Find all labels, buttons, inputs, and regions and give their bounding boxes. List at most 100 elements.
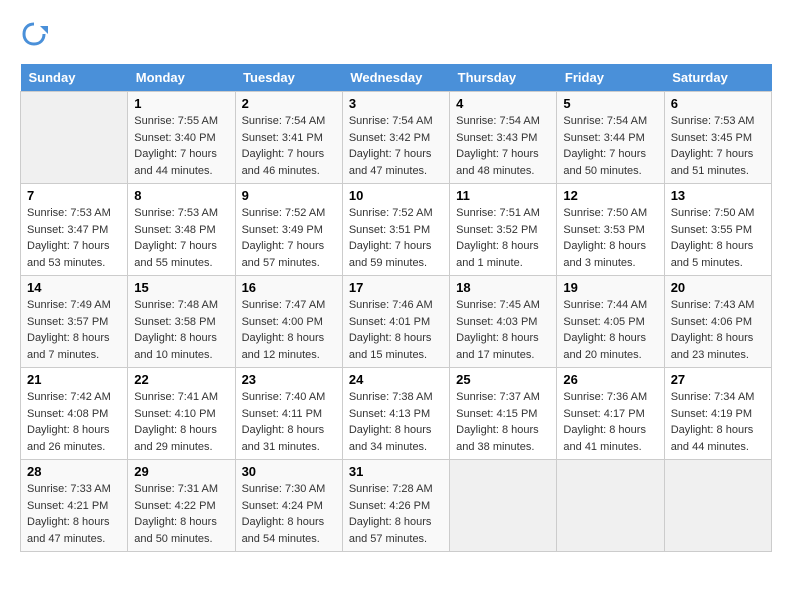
day-info: Sunrise: 7:54 AMSunset: 3:42 PMDaylight:… [349, 113, 443, 179]
day-cell [664, 460, 771, 552]
day-cell: 8 Sunrise: 7:53 AMSunset: 3:48 PMDayligh… [128, 184, 235, 276]
day-number: 28 [27, 464, 121, 479]
week-row-4: 21 Sunrise: 7:42 AMSunset: 4:08 PMDaylig… [21, 368, 772, 460]
day-number: 22 [134, 372, 228, 387]
logo-icon [20, 20, 48, 48]
week-row-1: 1 Sunrise: 7:55 AMSunset: 3:40 PMDayligh… [21, 92, 772, 184]
day-cell [21, 92, 128, 184]
day-info: Sunrise: 7:47 AMSunset: 4:00 PMDaylight:… [242, 297, 336, 363]
day-cell: 13 Sunrise: 7:50 AMSunset: 3:55 PMDaylig… [664, 184, 771, 276]
day-number: 24 [349, 372, 443, 387]
day-number: 30 [242, 464, 336, 479]
week-row-5: 28 Sunrise: 7:33 AMSunset: 4:21 PMDaylig… [21, 460, 772, 552]
day-cell [557, 460, 664, 552]
day-number: 9 [242, 188, 336, 203]
day-info: Sunrise: 7:43 AMSunset: 4:06 PMDaylight:… [671, 297, 765, 363]
header-row: SundayMondayTuesdayWednesdayThursdayFrid… [21, 64, 772, 92]
day-number: 11 [456, 188, 550, 203]
day-info: Sunrise: 7:46 AMSunset: 4:01 PMDaylight:… [349, 297, 443, 363]
weekday-header-monday: Monday [128, 64, 235, 92]
day-cell: 17 Sunrise: 7:46 AMSunset: 4:01 PMDaylig… [342, 276, 449, 368]
page-header [20, 20, 772, 48]
day-cell: 29 Sunrise: 7:31 AMSunset: 4:22 PMDaylig… [128, 460, 235, 552]
day-cell: 22 Sunrise: 7:41 AMSunset: 4:10 PMDaylig… [128, 368, 235, 460]
day-number: 18 [456, 280, 550, 295]
day-info: Sunrise: 7:53 AMSunset: 3:48 PMDaylight:… [134, 205, 228, 271]
day-cell: 25 Sunrise: 7:37 AMSunset: 4:15 PMDaylig… [450, 368, 557, 460]
day-cell: 1 Sunrise: 7:55 AMSunset: 3:40 PMDayligh… [128, 92, 235, 184]
day-cell: 5 Sunrise: 7:54 AMSunset: 3:44 PMDayligh… [557, 92, 664, 184]
day-cell: 15 Sunrise: 7:48 AMSunset: 3:58 PMDaylig… [128, 276, 235, 368]
day-info: Sunrise: 7:54 AMSunset: 3:41 PMDaylight:… [242, 113, 336, 179]
day-info: Sunrise: 7:52 AMSunset: 3:51 PMDaylight:… [349, 205, 443, 271]
day-info: Sunrise: 7:42 AMSunset: 4:08 PMDaylight:… [27, 389, 121, 455]
day-number: 31 [349, 464, 443, 479]
weekday-header-friday: Friday [557, 64, 664, 92]
day-cell: 27 Sunrise: 7:34 AMSunset: 4:19 PMDaylig… [664, 368, 771, 460]
week-row-3: 14 Sunrise: 7:49 AMSunset: 3:57 PMDaylig… [21, 276, 772, 368]
day-info: Sunrise: 7:50 AMSunset: 3:55 PMDaylight:… [671, 205, 765, 271]
day-number: 17 [349, 280, 443, 295]
day-number: 6 [671, 96, 765, 111]
weekday-header-wednesday: Wednesday [342, 64, 449, 92]
day-number: 23 [242, 372, 336, 387]
day-number: 20 [671, 280, 765, 295]
day-number: 5 [563, 96, 657, 111]
day-info: Sunrise: 7:49 AMSunset: 3:57 PMDaylight:… [27, 297, 121, 363]
calendar-table: SundayMondayTuesdayWednesdayThursdayFrid… [20, 64, 772, 552]
weekday-header-sunday: Sunday [21, 64, 128, 92]
day-cell: 21 Sunrise: 7:42 AMSunset: 4:08 PMDaylig… [21, 368, 128, 460]
day-info: Sunrise: 7:55 AMSunset: 3:40 PMDaylight:… [134, 113, 228, 179]
day-number: 29 [134, 464, 228, 479]
day-number: 27 [671, 372, 765, 387]
day-cell: 20 Sunrise: 7:43 AMSunset: 4:06 PMDaylig… [664, 276, 771, 368]
day-cell: 6 Sunrise: 7:53 AMSunset: 3:45 PMDayligh… [664, 92, 771, 184]
day-info: Sunrise: 7:54 AMSunset: 3:43 PMDaylight:… [456, 113, 550, 179]
day-info: Sunrise: 7:31 AMSunset: 4:22 PMDaylight:… [134, 481, 228, 547]
day-number: 12 [563, 188, 657, 203]
day-cell: 23 Sunrise: 7:40 AMSunset: 4:11 PMDaylig… [235, 368, 342, 460]
day-cell: 3 Sunrise: 7:54 AMSunset: 3:42 PMDayligh… [342, 92, 449, 184]
day-info: Sunrise: 7:52 AMSunset: 3:49 PMDaylight:… [242, 205, 336, 271]
day-cell: 26 Sunrise: 7:36 AMSunset: 4:17 PMDaylig… [557, 368, 664, 460]
day-number: 1 [134, 96, 228, 111]
day-cell: 19 Sunrise: 7:44 AMSunset: 4:05 PMDaylig… [557, 276, 664, 368]
weekday-header-thursday: Thursday [450, 64, 557, 92]
day-info: Sunrise: 7:45 AMSunset: 4:03 PMDaylight:… [456, 297, 550, 363]
day-info: Sunrise: 7:30 AMSunset: 4:24 PMDaylight:… [242, 481, 336, 547]
day-info: Sunrise: 7:51 AMSunset: 3:52 PMDaylight:… [456, 205, 550, 271]
day-info: Sunrise: 7:50 AMSunset: 3:53 PMDaylight:… [563, 205, 657, 271]
day-number: 8 [134, 188, 228, 203]
day-number: 7 [27, 188, 121, 203]
day-number: 26 [563, 372, 657, 387]
day-number: 3 [349, 96, 443, 111]
weekday-header-tuesday: Tuesday [235, 64, 342, 92]
day-cell: 10 Sunrise: 7:52 AMSunset: 3:51 PMDaylig… [342, 184, 449, 276]
day-cell: 30 Sunrise: 7:30 AMSunset: 4:24 PMDaylig… [235, 460, 342, 552]
day-info: Sunrise: 7:44 AMSunset: 4:05 PMDaylight:… [563, 297, 657, 363]
day-cell: 9 Sunrise: 7:52 AMSunset: 3:49 PMDayligh… [235, 184, 342, 276]
day-cell: 2 Sunrise: 7:54 AMSunset: 3:41 PMDayligh… [235, 92, 342, 184]
day-number: 13 [671, 188, 765, 203]
day-cell [450, 460, 557, 552]
day-info: Sunrise: 7:53 AMSunset: 3:45 PMDaylight:… [671, 113, 765, 179]
day-number: 19 [563, 280, 657, 295]
day-info: Sunrise: 7:48 AMSunset: 3:58 PMDaylight:… [134, 297, 228, 363]
day-info: Sunrise: 7:34 AMSunset: 4:19 PMDaylight:… [671, 389, 765, 455]
day-number: 4 [456, 96, 550, 111]
day-info: Sunrise: 7:37 AMSunset: 4:15 PMDaylight:… [456, 389, 550, 455]
day-cell: 11 Sunrise: 7:51 AMSunset: 3:52 PMDaylig… [450, 184, 557, 276]
day-info: Sunrise: 7:40 AMSunset: 4:11 PMDaylight:… [242, 389, 336, 455]
day-number: 14 [27, 280, 121, 295]
day-info: Sunrise: 7:28 AMSunset: 4:26 PMDaylight:… [349, 481, 443, 547]
day-number: 10 [349, 188, 443, 203]
week-row-2: 7 Sunrise: 7:53 AMSunset: 3:47 PMDayligh… [21, 184, 772, 276]
day-info: Sunrise: 7:38 AMSunset: 4:13 PMDaylight:… [349, 389, 443, 455]
day-cell: 31 Sunrise: 7:28 AMSunset: 4:26 PMDaylig… [342, 460, 449, 552]
day-cell: 28 Sunrise: 7:33 AMSunset: 4:21 PMDaylig… [21, 460, 128, 552]
day-cell: 4 Sunrise: 7:54 AMSunset: 3:43 PMDayligh… [450, 92, 557, 184]
day-cell: 18 Sunrise: 7:45 AMSunset: 4:03 PMDaylig… [450, 276, 557, 368]
day-info: Sunrise: 7:53 AMSunset: 3:47 PMDaylight:… [27, 205, 121, 271]
day-cell: 7 Sunrise: 7:53 AMSunset: 3:47 PMDayligh… [21, 184, 128, 276]
weekday-header-saturday: Saturday [664, 64, 771, 92]
